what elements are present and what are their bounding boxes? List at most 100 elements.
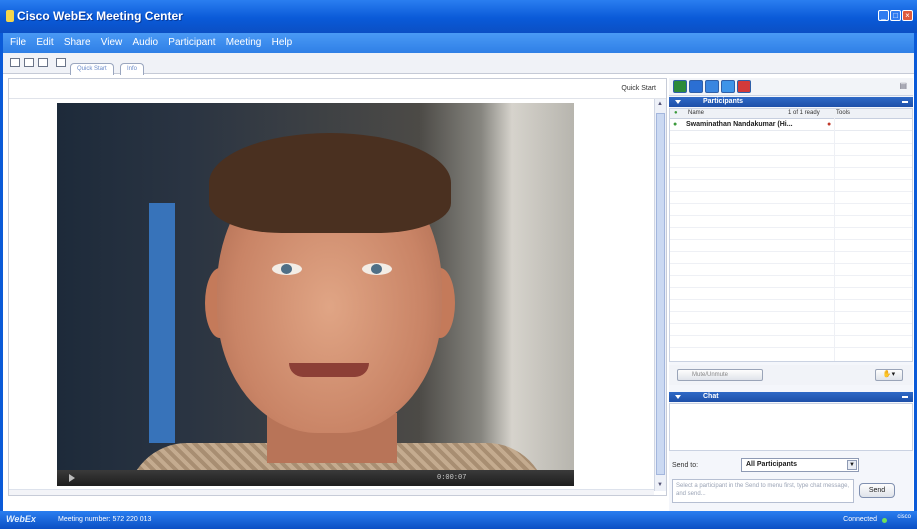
window-controls: _ □ ×	[878, 10, 913, 21]
person-mouth	[289, 363, 369, 377]
person-eye-left	[272, 263, 302, 275]
participant-name: Swaminathan Nandakumar (Hi...	[686, 121, 793, 128]
host-icon: ●	[827, 121, 832, 128]
horizontal-scrollbar[interactable]	[9, 489, 654, 495]
presenter-ball-icon: ●	[673, 121, 678, 128]
grid-line	[670, 167, 912, 168]
menu-bar: File Edit Share View Audio Participant M…	[0, 33, 917, 53]
grid-line	[670, 323, 912, 324]
participant-row[interactable]: ● Swaminathan Nandakumar (Hi... ●	[670, 120, 912, 131]
menu-file[interactable]: File	[0, 33, 30, 48]
tab-info[interactable]: Info	[120, 63, 145, 75]
participants-panel-icon[interactable]	[673, 80, 687, 93]
menu-meeting[interactable]: Meeting	[222, 33, 266, 48]
participants-title: Participants	[703, 98, 744, 105]
participant-list-header: ● Name 1 of 1 ready Tools	[670, 109, 912, 119]
play-icon[interactable]	[69, 474, 75, 482]
app-icon	[6, 10, 14, 22]
open-document-icon[interactable]	[24, 58, 34, 67]
column-count: 1 of 1 ready	[788, 110, 820, 116]
grid-line	[670, 335, 912, 336]
column-tools[interactable]: Tools	[836, 110, 850, 116]
menu-participant[interactable]: Participant	[164, 33, 219, 48]
grid-line	[670, 347, 912, 348]
participant-list: ● Name 1 of 1 ready Tools ● Swaminathan …	[669, 108, 913, 362]
chat-history[interactable]	[669, 403, 913, 451]
grid-line	[670, 203, 912, 204]
grid-line	[670, 263, 912, 264]
panel-toolbar: ▤	[669, 78, 913, 96]
add-participant-icon[interactable]: ●	[674, 110, 678, 116]
grid-line	[670, 275, 912, 276]
whiteboard-icon[interactable]	[38, 58, 48, 67]
grid-line	[670, 227, 912, 228]
participants-header[interactable]: Participants	[669, 97, 913, 107]
column-name[interactable]: Name	[688, 110, 704, 116]
collapse-icon[interactable]	[675, 100, 681, 104]
menu-help[interactable]: Help	[268, 33, 297, 48]
menu-view[interactable]: View	[97, 33, 127, 48]
chat-header[interactable]: Chat	[669, 392, 913, 402]
grid-line	[670, 215, 912, 216]
grid-line	[670, 155, 912, 156]
scroll-up-icon[interactable]: ▲	[657, 101, 664, 108]
notes-panel-icon[interactable]	[705, 80, 719, 93]
content-viewer: Quick Start 0:00:07 ▲ ▼	[8, 78, 667, 496]
send-to-label: Send to:	[672, 462, 699, 469]
chevron-down-icon[interactable]: ▼	[847, 460, 857, 470]
tab-quick-start[interactable]: Quick Start	[70, 63, 114, 75]
webex-logo: WebEx	[6, 514, 36, 524]
menu-audio[interactable]: Audio	[128, 33, 162, 48]
grid-line	[670, 143, 912, 144]
new-document-icon[interactable]	[10, 58, 20, 67]
grid-line	[670, 311, 912, 312]
vertical-scrollbar[interactable]: ▲ ▼	[654, 99, 666, 491]
chat-panel-icon[interactable]	[689, 80, 703, 93]
close-icon[interactable]: ×	[902, 10, 913, 21]
grid-line	[670, 239, 912, 240]
minimize-icon[interactable]: _	[878, 10, 889, 21]
annotate-icon[interactable]	[56, 58, 66, 67]
minimize-panel-icon[interactable]	[902, 101, 908, 103]
video-time: 0:00:07	[437, 474, 467, 482]
panel-options-icon[interactable]: ▤	[899, 81, 907, 90]
window-title: Cisco WebEx Meeting Center	[17, 9, 183, 23]
video-controls: 0:00:07	[57, 470, 574, 486]
right-panel: ▤ Participants ● Name 1 of 1 ready Tools…	[669, 78, 913, 511]
grid-line	[670, 287, 912, 288]
connection-status: Connected	[843, 516, 877, 523]
video-background-light	[149, 203, 175, 443]
maximize-icon[interactable]: □	[890, 10, 901, 21]
mute-unmute-button[interactable]: Mute/Unmute	[677, 369, 763, 381]
person-eye-right	[362, 263, 392, 275]
send-to-value: All Participants	[746, 461, 797, 468]
send-to-select[interactable]: All Participants ▼	[741, 458, 859, 472]
chat-input[interactable]: Select a participant in the Send to menu…	[672, 479, 854, 503]
grid-line	[670, 299, 912, 300]
viewer-header: Quick Start	[9, 79, 666, 99]
menu-edit[interactable]: Edit	[32, 33, 57, 48]
quick-start-link[interactable]: Quick Start	[621, 85, 656, 92]
grid-line	[670, 191, 912, 192]
chat-title: Chat	[703, 393, 719, 400]
title-bar: Cisco WebEx Meeting Center _ □ ×	[0, 0, 917, 33]
scroll-thumb[interactable]	[656, 113, 665, 475]
status-bar: WebEx Meeting number: 572 220 013 Connec…	[0, 511, 917, 529]
video-panel-icon[interactable]	[721, 80, 735, 93]
polling-panel-icon[interactable]	[737, 80, 751, 93]
cisco-logo: cisco	[897, 514, 911, 520]
grid-line	[670, 179, 912, 180]
send-button[interactable]: Send	[859, 483, 895, 498]
scroll-down-icon[interactable]: ▼	[657, 482, 664, 489]
person-hair	[209, 133, 451, 233]
collapse-icon[interactable]	[675, 395, 681, 399]
raise-hand-button[interactable]: ✋▾	[875, 369, 903, 381]
menu-share[interactable]: Share	[60, 33, 95, 48]
video-player[interactable]: 0:00:07	[57, 103, 574, 486]
participant-actions: Mute/Unmute ✋▾	[669, 365, 913, 385]
connection-indicator-icon	[882, 518, 887, 523]
toolbar: Quick Start Info	[0, 53, 917, 75]
meeting-number: Meeting number: 572 220 013	[58, 516, 152, 523]
grid-line	[670, 251, 912, 252]
minimize-panel-icon[interactable]	[902, 396, 908, 398]
